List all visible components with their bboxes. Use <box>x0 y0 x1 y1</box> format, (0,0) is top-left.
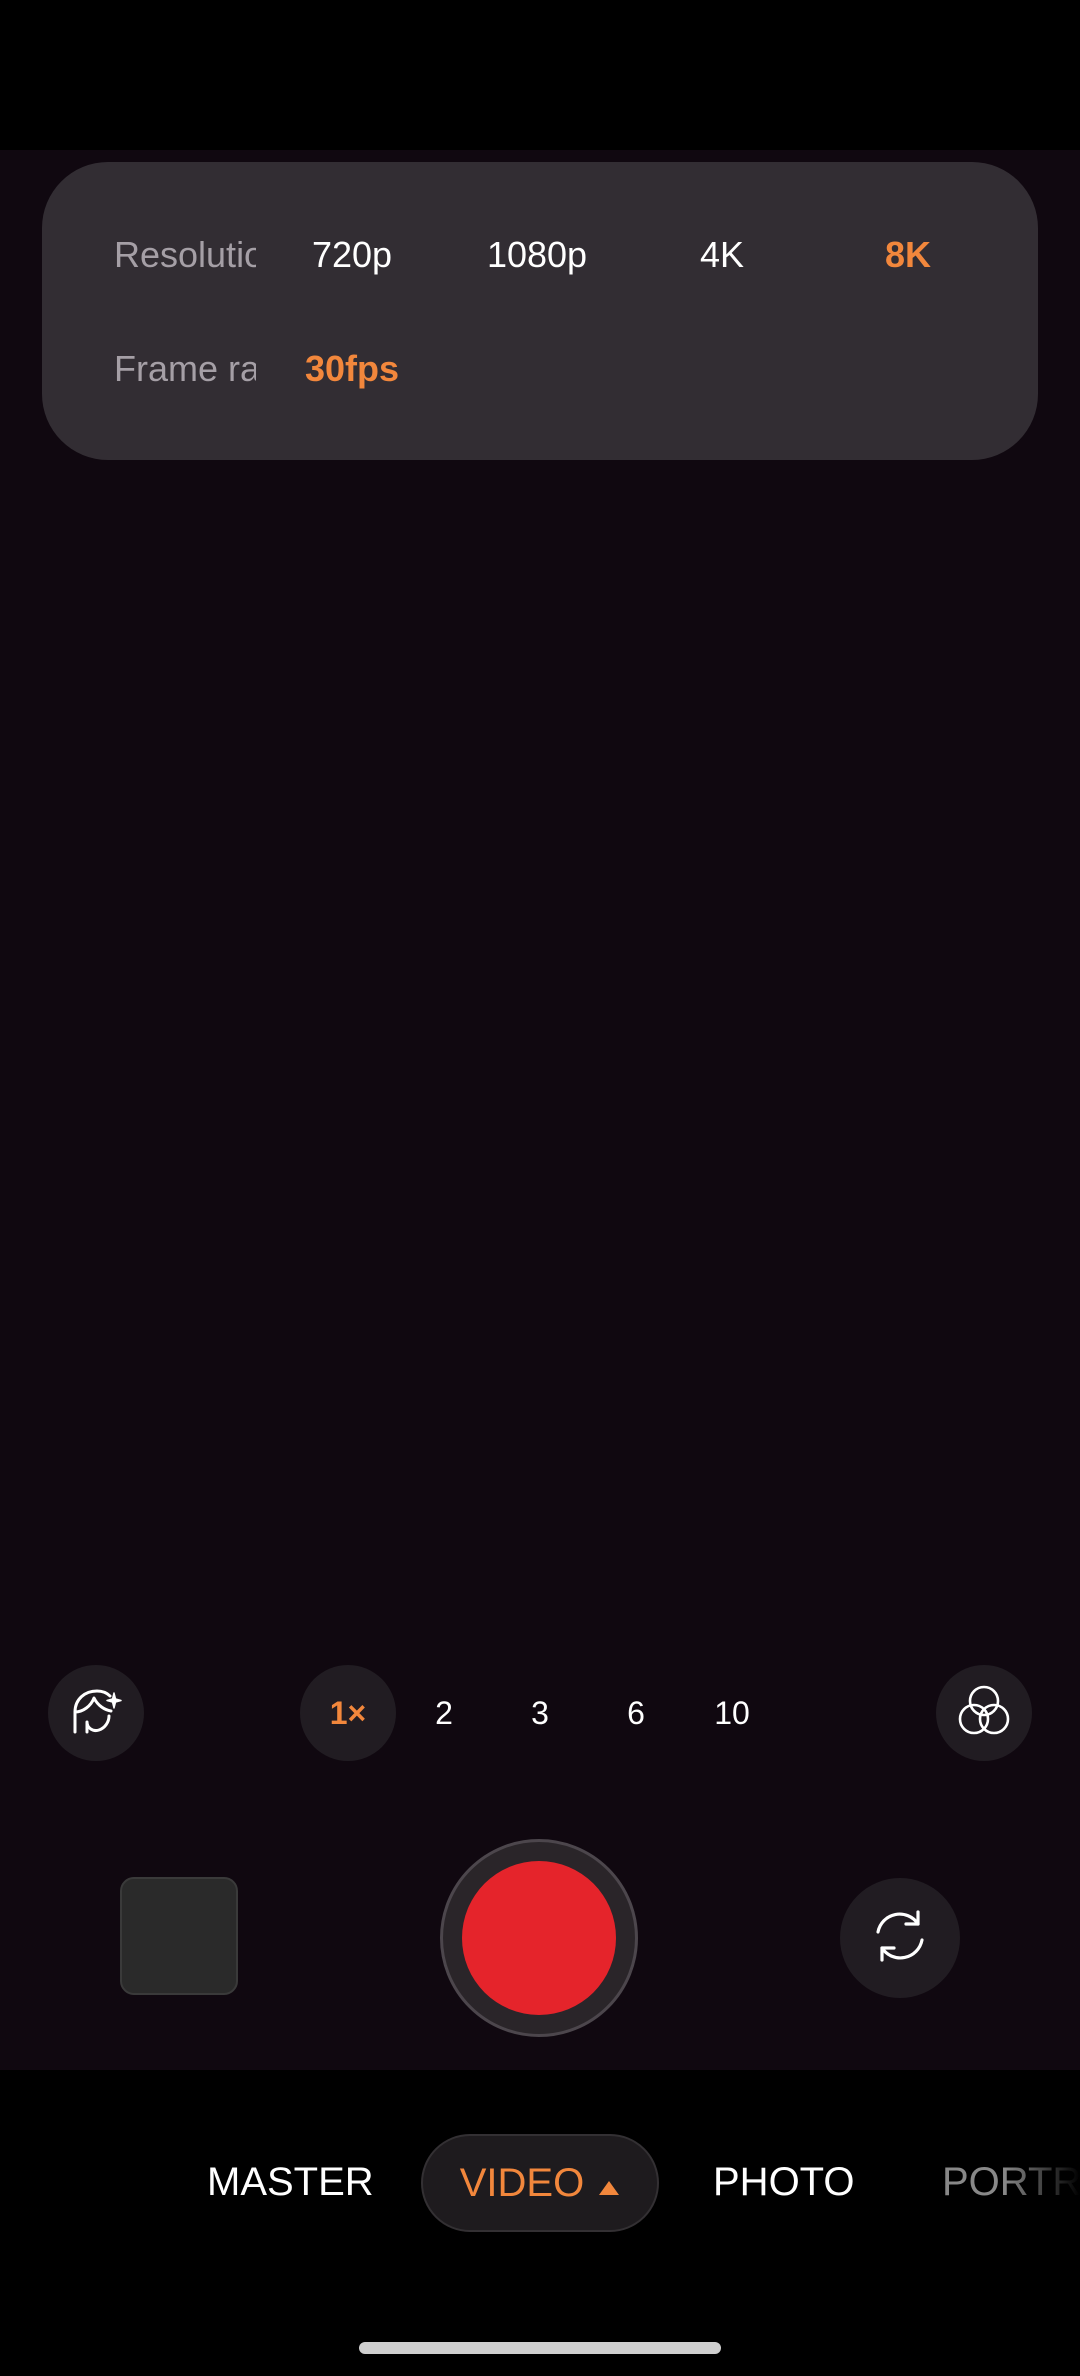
filter-circles-icon <box>954 1681 1014 1746</box>
resolution-option-720p[interactable]: 720p <box>282 234 422 276</box>
resolution-option-4k[interactable]: 4K <box>652 234 792 276</box>
video-settings-panel: Resolution 720p 1080p 4K 8K Frame rate 3… <box>42 162 1038 460</box>
caret-up-icon <box>598 2161 620 2206</box>
flip-camera-button[interactable] <box>840 1878 960 1998</box>
face-sparkle-icon <box>67 1682 125 1745</box>
resolution-option-1080p[interactable]: 1080p <box>467 234 607 276</box>
zoom-option-3[interactable]: 3 <box>492 1665 588 1761</box>
zoom-option-1x[interactable]: 1× <box>300 1665 396 1761</box>
mode-master[interactable]: MASTER <box>207 2160 374 2205</box>
resolution-label: Resolution <box>114 234 256 275</box>
zoom-option-6[interactable]: 6 <box>588 1665 684 1761</box>
framerate-option-30fps[interactable]: 30fps <box>282 348 422 390</box>
camera-flip-icon <box>866 1902 934 1975</box>
beauty-button[interactable] <box>48 1665 144 1761</box>
resolution-option-8k[interactable]: 8K <box>838 234 978 276</box>
framerate-label: Frame rate <box>114 348 256 389</box>
record-button-core <box>462 1861 616 2015</box>
mode-photo[interactable]: PHOTO <box>713 2160 855 2205</box>
mode-video-label: VIDEO <box>459 2160 585 2205</box>
gallery-thumbnail[interactable] <box>120 1877 238 1995</box>
mode-portrait[interactable]: PORTRAIT <box>942 2160 1080 2205</box>
zoom-option-2[interactable]: 2 <box>396 1665 492 1761</box>
record-button[interactable] <box>440 1839 638 2037</box>
home-indicator[interactable] <box>359 2342 721 2354</box>
filters-button[interactable] <box>936 1665 1032 1761</box>
mode-video[interactable]: VIDEO <box>421 2134 659 2232</box>
zoom-option-10[interactable]: 10 <box>684 1665 780 1761</box>
